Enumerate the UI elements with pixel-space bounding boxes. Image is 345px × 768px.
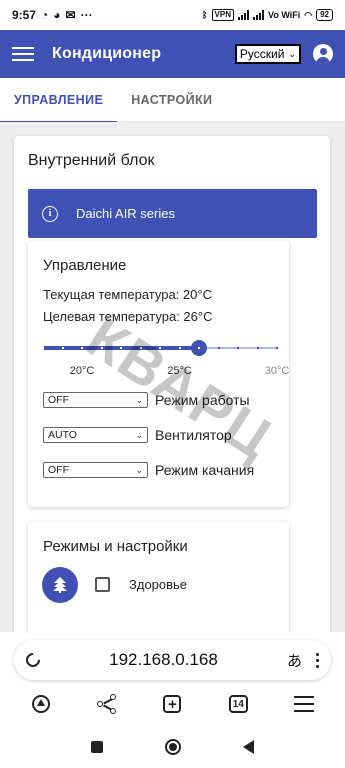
browser-toolbar: + 14 xyxy=(0,686,345,722)
tab-control[interactable]: УПРАВЛЕНИЕ xyxy=(0,78,118,123)
slider-step-dot xyxy=(81,347,83,349)
language-value: Русский xyxy=(239,47,285,61)
tree-icon xyxy=(53,577,67,593)
mode-select-value: OFF xyxy=(48,394,69,406)
system-nav-bar xyxy=(0,726,345,768)
mode-label: Режим работы xyxy=(155,392,250,408)
home-nav-icon[interactable] xyxy=(165,739,181,755)
slider-step-dot xyxy=(178,347,181,349)
more-notifications-icon: ··· xyxy=(80,8,93,22)
slider-step-dot xyxy=(217,347,220,349)
slider-step-dot xyxy=(120,347,122,349)
status-bar: 9:57 ◔ ◕ ✉ ··· ᛒ VPN Vo WiFi ◠ 92 xyxy=(0,0,345,30)
translate-icon[interactable]: あ xyxy=(287,650,302,671)
control-card: Управление Текущая температура: 20°C Цел… xyxy=(28,241,289,507)
recent-apps-icon[interactable] xyxy=(91,741,103,753)
language-select[interactable]: Русский ⌄ xyxy=(234,44,301,64)
mode-select[interactable]: OFF ⌄ xyxy=(43,392,148,408)
tabs-button[interactable]: 14 xyxy=(226,692,250,716)
slider-step-dot xyxy=(256,347,259,349)
mode-row: OFF ⌄ Режим работы xyxy=(43,392,250,408)
fan-row: AUTO ⌄ Вентилятор xyxy=(43,427,232,443)
slider-step-dot xyxy=(100,347,103,349)
app-bar: Кондиционер Русский ⌄ xyxy=(0,30,345,78)
whatsapp-icon: ◕ xyxy=(53,8,61,22)
current-temperature: Текущая температура: 20°C xyxy=(43,287,212,302)
indoor-unit-title: Внутренний блок xyxy=(28,152,155,169)
back-icon[interactable] xyxy=(243,740,254,754)
chevron-down-icon: ⌄ xyxy=(135,429,143,440)
slider-step-dot xyxy=(159,347,161,349)
slider-label-mid: 25°C xyxy=(167,365,192,377)
fan-select[interactable]: AUTO ⌄ xyxy=(43,427,148,443)
modes-title: Режимы и настройки xyxy=(43,538,188,555)
plus-icon: + xyxy=(163,695,182,713)
more-options-icon[interactable] xyxy=(316,652,319,668)
tab-count: 14 xyxy=(228,695,248,713)
slider-step-dot xyxy=(139,347,142,349)
tab-bar: УПРАВЛЕНИЕ НАСТРОЙКИ xyxy=(0,78,345,123)
health-label: Здоровье xyxy=(129,577,188,592)
hamburger-icon xyxy=(294,696,315,712)
signal-icon xyxy=(237,10,249,20)
new-tab-button[interactable]: + xyxy=(160,692,184,716)
slider-step-dot xyxy=(198,347,200,349)
modes-card: Режимы и настройки Здоровье xyxy=(28,522,289,632)
status-time: 9:57 xyxy=(12,8,37,22)
messenger-icon: ◔ xyxy=(41,8,49,22)
mail-icon: ✉ xyxy=(65,8,76,22)
app-title: Кондиционер xyxy=(52,45,162,62)
home-icon xyxy=(31,695,50,713)
bluetooth-icon: ᛒ xyxy=(202,10,208,20)
main-content: Внутренний блок i Daichi AIR series Упра… xyxy=(0,122,345,632)
home-button[interactable] xyxy=(29,692,53,716)
browser-menu-button[interactable] xyxy=(292,692,316,716)
account-icon[interactable] xyxy=(313,44,333,64)
swing-select[interactable]: OFF ⌄ xyxy=(43,462,148,478)
info-icon: i xyxy=(42,205,58,222)
slider-step-dot xyxy=(42,347,44,349)
slider-step-dot xyxy=(61,347,64,349)
share-icon xyxy=(96,693,118,715)
target-temperature: Целевая температура: 26°C xyxy=(43,309,213,324)
vowifi-label: Vo WiFi xyxy=(267,10,301,20)
slider-label-max: 30°C xyxy=(264,365,290,377)
slider-label-min: 20°C xyxy=(69,365,95,377)
share-button[interactable] xyxy=(95,692,119,716)
fan-label: Вентилятор xyxy=(155,427,232,443)
health-mode-button[interactable] xyxy=(42,567,78,603)
temperature-slider[interactable] xyxy=(42,338,278,358)
wifi-icon: ◠ xyxy=(304,9,313,20)
battery-icon: 92 xyxy=(316,9,333,21)
swing-label: Режим качания xyxy=(155,462,255,478)
swing-row: OFF ⌄ Режим качания xyxy=(43,462,254,478)
info-text: Daichi AIR series xyxy=(76,206,175,221)
chevron-down-icon: ⌄ xyxy=(288,48,296,59)
signal-icon-2 xyxy=(252,10,264,20)
menu-icon[interactable] xyxy=(12,47,34,61)
slider-step-dot xyxy=(237,347,239,349)
control-title: Управление xyxy=(43,257,127,274)
chevron-down-icon: ⌄ xyxy=(135,394,143,405)
url-text[interactable]: 192.168.0.168 xyxy=(40,650,287,670)
browser-url-bar: 192.168.0.168 あ xyxy=(14,640,331,680)
health-checkbox[interactable] xyxy=(95,577,110,592)
chevron-down-icon: ⌄ xyxy=(135,464,143,475)
swing-select-value: OFF xyxy=(48,464,69,476)
tab-settings[interactable]: НАСТРОЙКИ xyxy=(117,78,226,122)
info-banner: i Daichi AIR series xyxy=(28,189,317,238)
fan-select-value: AUTO xyxy=(48,429,77,441)
vpn-badge: VPN xyxy=(211,9,234,21)
slider-step-dot xyxy=(276,347,278,349)
